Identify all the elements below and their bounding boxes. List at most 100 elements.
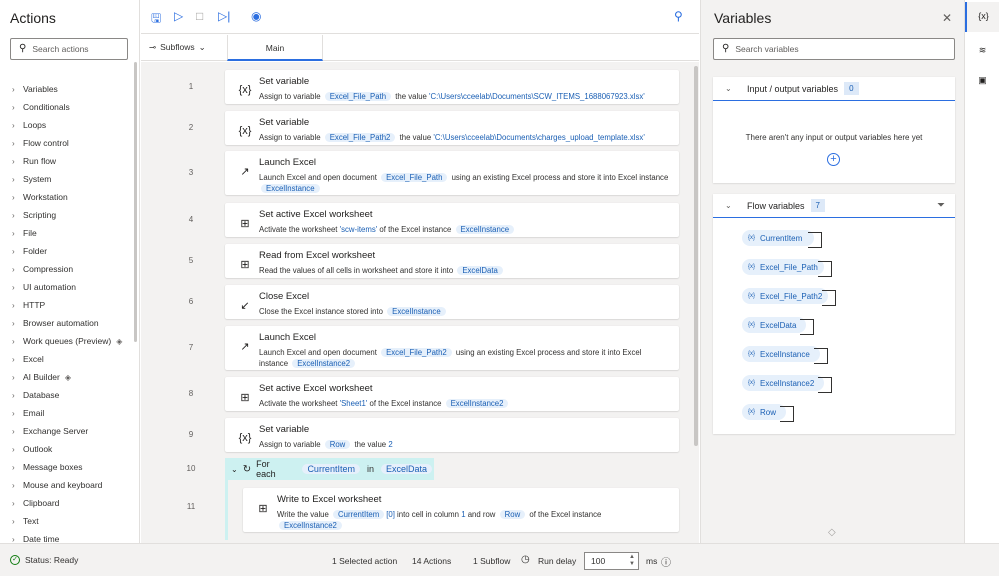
variables-rail-button[interactable]: {x} xyxy=(965,2,999,32)
run-delay-input[interactable]: 100 ▲ ▼ xyxy=(584,552,639,570)
variable-chip[interactable]: ExcelData xyxy=(380,464,432,474)
chevron-right-icon: › xyxy=(12,174,15,184)
run-next-icon[interactable]: ▷| xyxy=(218,9,230,23)
line-number: 5 xyxy=(188,256,194,265)
action-category-item[interactable]: › UI automation xyxy=(12,278,137,296)
premium-icon: ◈ xyxy=(64,372,72,382)
images-rail-button[interactable]: ▣ xyxy=(965,66,999,96)
variable-chip[interactable]: Excel_File_Path2 xyxy=(381,348,452,357)
action-category-item[interactable]: › Outlook xyxy=(12,440,137,458)
action-category-item[interactable]: › Database xyxy=(12,386,137,404)
search-variables-input[interactable]: ⚲ Search variables xyxy=(713,38,955,60)
flow-variable-chip[interactable]: {x} ExcelInstance xyxy=(742,346,828,364)
variable-chip[interactable]: Excel_File_Path xyxy=(324,92,392,101)
action-category-item[interactable]: › Exchange Server xyxy=(12,422,137,440)
action-step[interactable]: ↙ Close Excel Close the Excel instance sto… xyxy=(225,285,679,319)
variable-chip[interactable]: Row xyxy=(499,510,526,519)
action-category-item[interactable]: › Workstation xyxy=(12,188,137,206)
action-category-item[interactable]: › Email xyxy=(12,404,137,422)
io-variables-header[interactable]: ⌄ Input / output variables 0 xyxy=(713,77,955,101)
variable-chip[interactable]: ExcelInstance2 xyxy=(279,521,342,530)
variable-chip-outline xyxy=(814,348,828,364)
action-category-item[interactable]: › Work queues (Preview) ◈ xyxy=(12,332,137,350)
tab-main[interactable]: Main xyxy=(227,35,323,61)
action-category-item[interactable]: › Clipboard xyxy=(12,494,137,512)
action-category-item[interactable]: › Compression xyxy=(12,260,137,278)
variable-chip[interactable]: ExcelInstance xyxy=(261,184,320,193)
action-description: Activate the worksheet 'scw-items' of th… xyxy=(259,224,669,235)
action-category-label: Exchange Server xyxy=(23,426,89,436)
action-category-item[interactable]: › System xyxy=(12,170,137,188)
action-category-item[interactable]: › AI Builder ◈ xyxy=(12,368,137,386)
action-step[interactable]: ⊞ Write to Excel worksheet Write the value… xyxy=(243,488,679,532)
action-category-item[interactable]: › Text xyxy=(12,512,137,530)
action-step[interactable]: {x} Set variable Assign to variable Excel_… xyxy=(225,70,679,104)
close-icon[interactable]: ✕ xyxy=(942,11,952,25)
flow-variable-chip[interactable]: {x} Excel_File_Path2 xyxy=(742,288,836,306)
action-icon: {x} xyxy=(238,432,252,444)
action-category-item[interactable]: › Run flow xyxy=(12,152,137,170)
filter-icon[interactable]: ⏷ xyxy=(937,200,945,211)
foreach-block-header[interactable]: ⌄ ↻ For each CurrentItem in ExcelData xyxy=(225,458,434,480)
action-category-label: Email xyxy=(23,408,45,418)
variable-chip[interactable]: ExcelInstance2 xyxy=(445,399,509,408)
record-icon[interactable]: ◉ xyxy=(251,9,261,23)
action-step[interactable]: ↗ Launch Excel Launch Excel and open docum… xyxy=(225,326,679,370)
variable-chip[interactable]: Row xyxy=(324,440,351,449)
variable-chip[interactable]: CurrentItem xyxy=(333,510,385,519)
search-actions-input[interactable]: ⚲ Search actions xyxy=(10,38,128,60)
action-title: Launch Excel xyxy=(259,157,317,168)
description-text: into cell in column xyxy=(394,510,462,519)
action-category-label: Database xyxy=(23,390,60,400)
actions-scrollbar[interactable] xyxy=(134,62,137,342)
spinner-icon[interactable]: ▲ ▼ xyxy=(629,554,635,568)
flow-designer-canvas[interactable]: 1 {x} Set variable Assign to variable Excel… xyxy=(141,62,699,543)
description-text: Assign to variable xyxy=(259,440,323,449)
save-icon[interactable]: 🖫 xyxy=(151,9,161,30)
action-category-item[interactable]: › Loops xyxy=(12,116,137,134)
action-category-item[interactable]: › Message boxes xyxy=(12,458,137,476)
chevron-down-icon[interactable]: ⌄ xyxy=(231,465,238,474)
variable-chip[interactable]: Excel_File_Path xyxy=(381,173,448,182)
action-step[interactable]: ↗ Launch Excel Launch Excel and open docum… xyxy=(225,151,679,195)
action-step[interactable]: ⊞ Set active Excel worksheet Activate the … xyxy=(225,377,679,411)
stop-icon[interactable]: □ xyxy=(196,9,203,23)
flow-variable-chip[interactable]: {x} Excel_File_Path xyxy=(742,259,832,277)
action-category-item[interactable]: › Variables xyxy=(12,80,137,98)
action-category-item[interactable]: › Scripting xyxy=(12,206,137,224)
variable-chip[interactable]: ExcelInstance xyxy=(455,225,515,234)
variable-chip[interactable]: CurrentItem xyxy=(302,464,360,474)
action-category-item[interactable]: › Flow control xyxy=(12,134,137,152)
variable-chip[interactable]: ExcelData xyxy=(457,266,503,275)
run-icon[interactable]: ▷ xyxy=(174,9,183,23)
search-flow-icon[interactable]: ⚲ xyxy=(674,9,683,23)
variable-chip[interactable]: Excel_File_Path2 xyxy=(324,133,396,142)
variable-chip[interactable]: ExcelInstance xyxy=(387,307,446,316)
action-category-item[interactable]: › Mouse and keyboard xyxy=(12,476,137,494)
line-number: 4 xyxy=(188,215,194,224)
add-variable-icon[interactable]: + xyxy=(827,153,840,166)
clock-icon: ◷ xyxy=(521,554,530,565)
action-category-item[interactable]: › HTTP xyxy=(12,296,137,314)
action-step[interactable]: ⊞ Set active Excel worksheet Activate the … xyxy=(225,203,679,237)
action-step[interactable]: ⊞ Read from Excel worksheet Read the value… xyxy=(225,244,679,278)
info-icon[interactable]: ⓘ xyxy=(661,554,671,569)
action-category-item[interactable]: › File xyxy=(12,224,137,242)
canvas-scrollbar[interactable] xyxy=(694,66,698,446)
action-category-item[interactable]: › Folder xyxy=(12,242,137,260)
flow-variable-chip[interactable]: {x} Row xyxy=(742,404,794,422)
action-category-item[interactable]: › Conditionals xyxy=(12,98,137,116)
action-step[interactable]: {x} Set variable Assign to variable Excel_… xyxy=(225,111,679,145)
eraser-icon[interactable]: ◇ xyxy=(828,527,836,538)
layers-rail-button[interactable]: ≋ xyxy=(965,36,999,66)
action-step[interactable]: {x} Set variable Assign to variable Row th… xyxy=(225,418,679,452)
flow-variable-chip[interactable]: {x} ExcelData xyxy=(742,317,814,335)
action-category-item[interactable]: › Excel xyxy=(12,350,137,368)
flow-variable-chip[interactable]: {x} ExcelInstance2 xyxy=(742,375,832,393)
subflows-dropdown[interactable]: ⊸ Subflows ⌄ xyxy=(149,42,206,52)
variable-chip[interactable]: ExcelInstance2 xyxy=(292,359,356,368)
flow-variable-chip[interactable]: {x} CurrentItem xyxy=(742,230,822,248)
action-category-item[interactable]: › Browser automation xyxy=(12,314,137,332)
flow-variables-header[interactable]: ⌄ Flow variables 7 ⏷ xyxy=(713,194,955,218)
chevron-right-icon: › xyxy=(12,390,15,400)
